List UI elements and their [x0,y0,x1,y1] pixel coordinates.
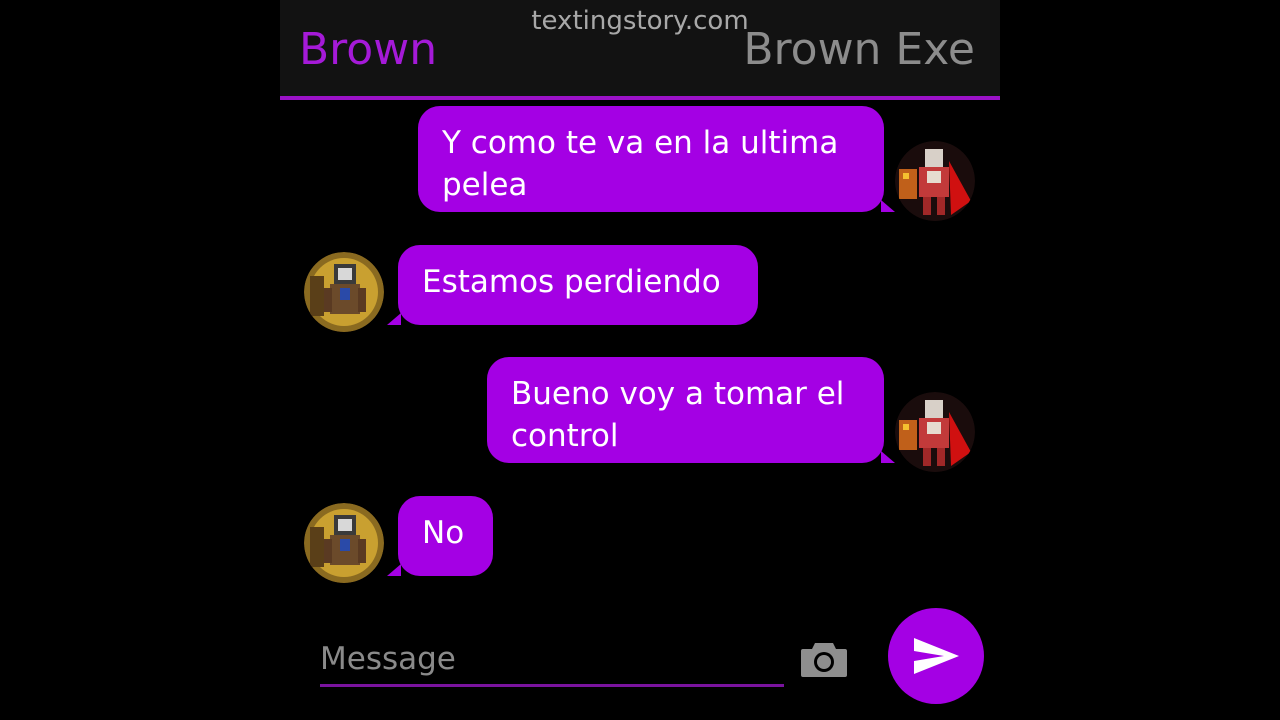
message-bubble-incoming: No [387,496,493,576]
send-icon [914,638,959,674]
avatar-brown[interactable] [304,503,384,583]
message-bubble-outgoing: Bueno voy a tomar el control [487,357,895,463]
message-bubble-outgoing: Y como te va en la ultima pelea [418,106,895,212]
message-bubble-incoming: Estamos perdiendo [387,245,758,325]
message-text: Y como te va en la ultima pelea [442,125,839,203]
message-input[interactable] [320,637,780,681]
avatar-brown[interactable] [304,252,384,332]
avatar-brown-exe[interactable] [895,141,975,221]
message-text: No [422,515,465,551]
message-text: Bueno voy a tomar el control [511,376,845,454]
avatar-brown-exe[interactable] [895,392,975,472]
send-button[interactable] [888,608,984,704]
contact-name-right: Brown Exe [743,24,975,75]
chat-header: Brown textingstory.com Brown Exe [280,0,1000,100]
chat-screen: Brown textingstory.com Brown Exe Y como … [280,0,1000,720]
message-input-underline [320,684,784,687]
message-text: Estamos perdiendo [422,264,721,300]
camera-icon[interactable] [800,640,848,678]
